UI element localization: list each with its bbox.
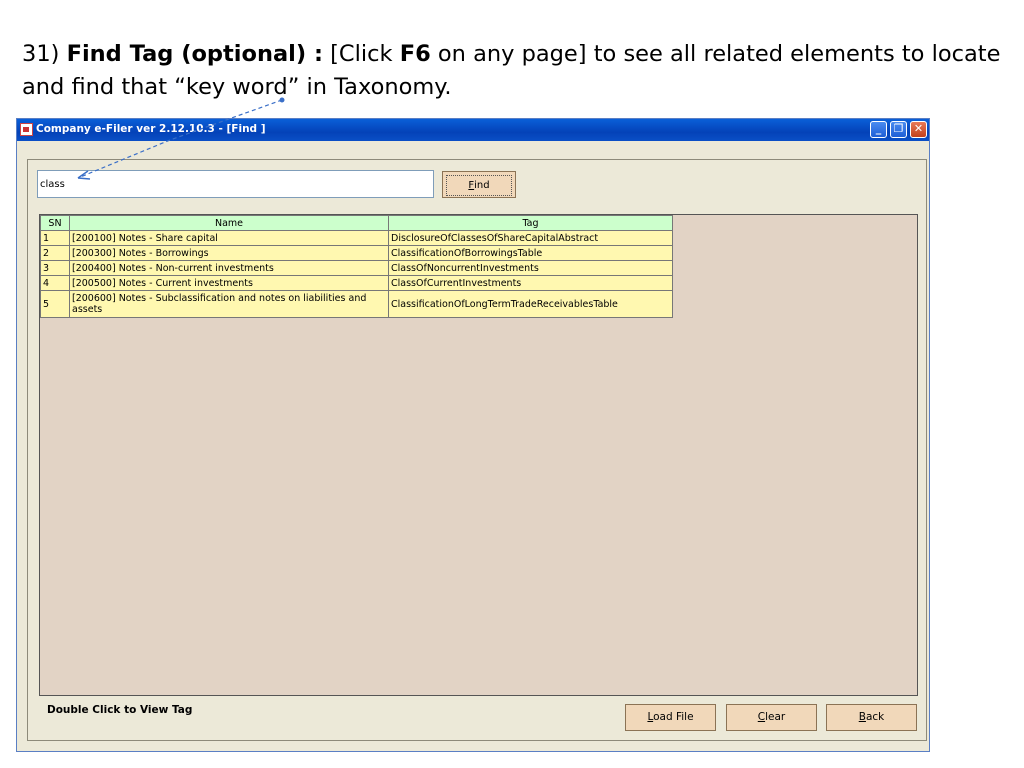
cell-tag: ClassificationOfLongTermTradeReceivables… <box>388 290 673 318</box>
column-header-tag[interactable]: Tag <box>388 215 673 231</box>
cell-tag: ClassOfCurrentInvestments <box>388 275 673 291</box>
search-input[interactable] <box>37 170 434 198</box>
instruction-part-1: [Click <box>323 41 400 67</box>
column-header-name[interactable]: Name <box>69 215 389 231</box>
table-row[interactable]: 2 [200300] Notes - Borrowings Classifica… <box>40 245 673 261</box>
instruction-key: F6 <box>399 41 431 67</box>
find-button[interactable]: Find <box>442 171 516 198</box>
cell-name: [200300] Notes - Borrowings <box>69 245 389 261</box>
cell-name: [200600] Notes - Subclassification and n… <box>69 290 389 318</box>
cell-sn: 5 <box>40 290 70 318</box>
back-hotkey: B <box>858 711 866 723</box>
cell-sn: 2 <box>40 245 70 261</box>
results-table: SN Name Tag 1 [200100] Notes - Share cap… <box>40 215 673 318</box>
load-file-label: oad File <box>653 711 694 723</box>
column-header-sn[interactable]: SN <box>40 215 70 231</box>
status-hint: Double Click to View Tag <box>47 704 193 716</box>
load-file-button[interactable]: Load File <box>625 704 716 731</box>
instruction-title: Find Tag (optional) : <box>66 41 323 67</box>
clear-label: lear <box>765 711 786 723</box>
close-button[interactable]: ✕ <box>910 121 927 138</box>
title-bar[interactable]: Company e-Filer ver 2.12.10.3 - [Find ] … <box>17 119 929 141</box>
cell-sn: 1 <box>40 230 70 246</box>
restore-button[interactable]: ❐ <box>890 121 907 138</box>
cell-name: [200400] Notes - Non-current investments <box>69 260 389 276</box>
results-grid[interactable]: SN Name Tag 1 [200100] Notes - Share cap… <box>39 214 918 696</box>
cell-name: [200100] Notes - Share capital <box>69 230 389 246</box>
cell-tag: ClassificationOfBorrowingsTable <box>388 245 673 261</box>
instruction-text: 31) Find Tag (optional) : [Click F6 on a… <box>22 38 1012 104</box>
app-window: Company e-Filer ver 2.12.10.3 - [Find ] … <box>16 118 930 752</box>
app-icon <box>20 123 33 136</box>
table-header-row: SN Name Tag <box>40 215 673 231</box>
cell-sn: 3 <box>40 260 70 276</box>
minimize-button[interactable]: _ <box>870 121 887 138</box>
table-row[interactable]: 1 [200100] Notes - Share capital Disclos… <box>40 230 673 246</box>
table-row[interactable]: 4 [200500] Notes - Current investments C… <box>40 275 673 291</box>
back-label: ack <box>865 711 885 723</box>
table-row[interactable]: 5 [200600] Notes - Subclassification and… <box>40 290 673 318</box>
cell-tag: ClassOfNoncurrentInvestments <box>388 260 673 276</box>
cell-tag: DisclosureOfClassesOfShareCapitalAbstrac… <box>388 230 673 246</box>
back-button[interactable]: Back <box>826 704 917 731</box>
clear-button[interactable]: Clear <box>726 704 817 731</box>
table-row[interactable]: 3 [200400] Notes - Non-current investmen… <box>40 260 673 276</box>
find-label-rest: ind <box>474 180 490 191</box>
clear-hotkey: C <box>757 711 766 723</box>
cell-sn: 4 <box>40 275 70 291</box>
cell-name: [200500] Notes - Current investments <box>69 275 389 291</box>
step-number: 31) <box>22 41 60 67</box>
window-title: Company e-Filer ver 2.12.10.3 - [Find ] <box>36 123 266 135</box>
